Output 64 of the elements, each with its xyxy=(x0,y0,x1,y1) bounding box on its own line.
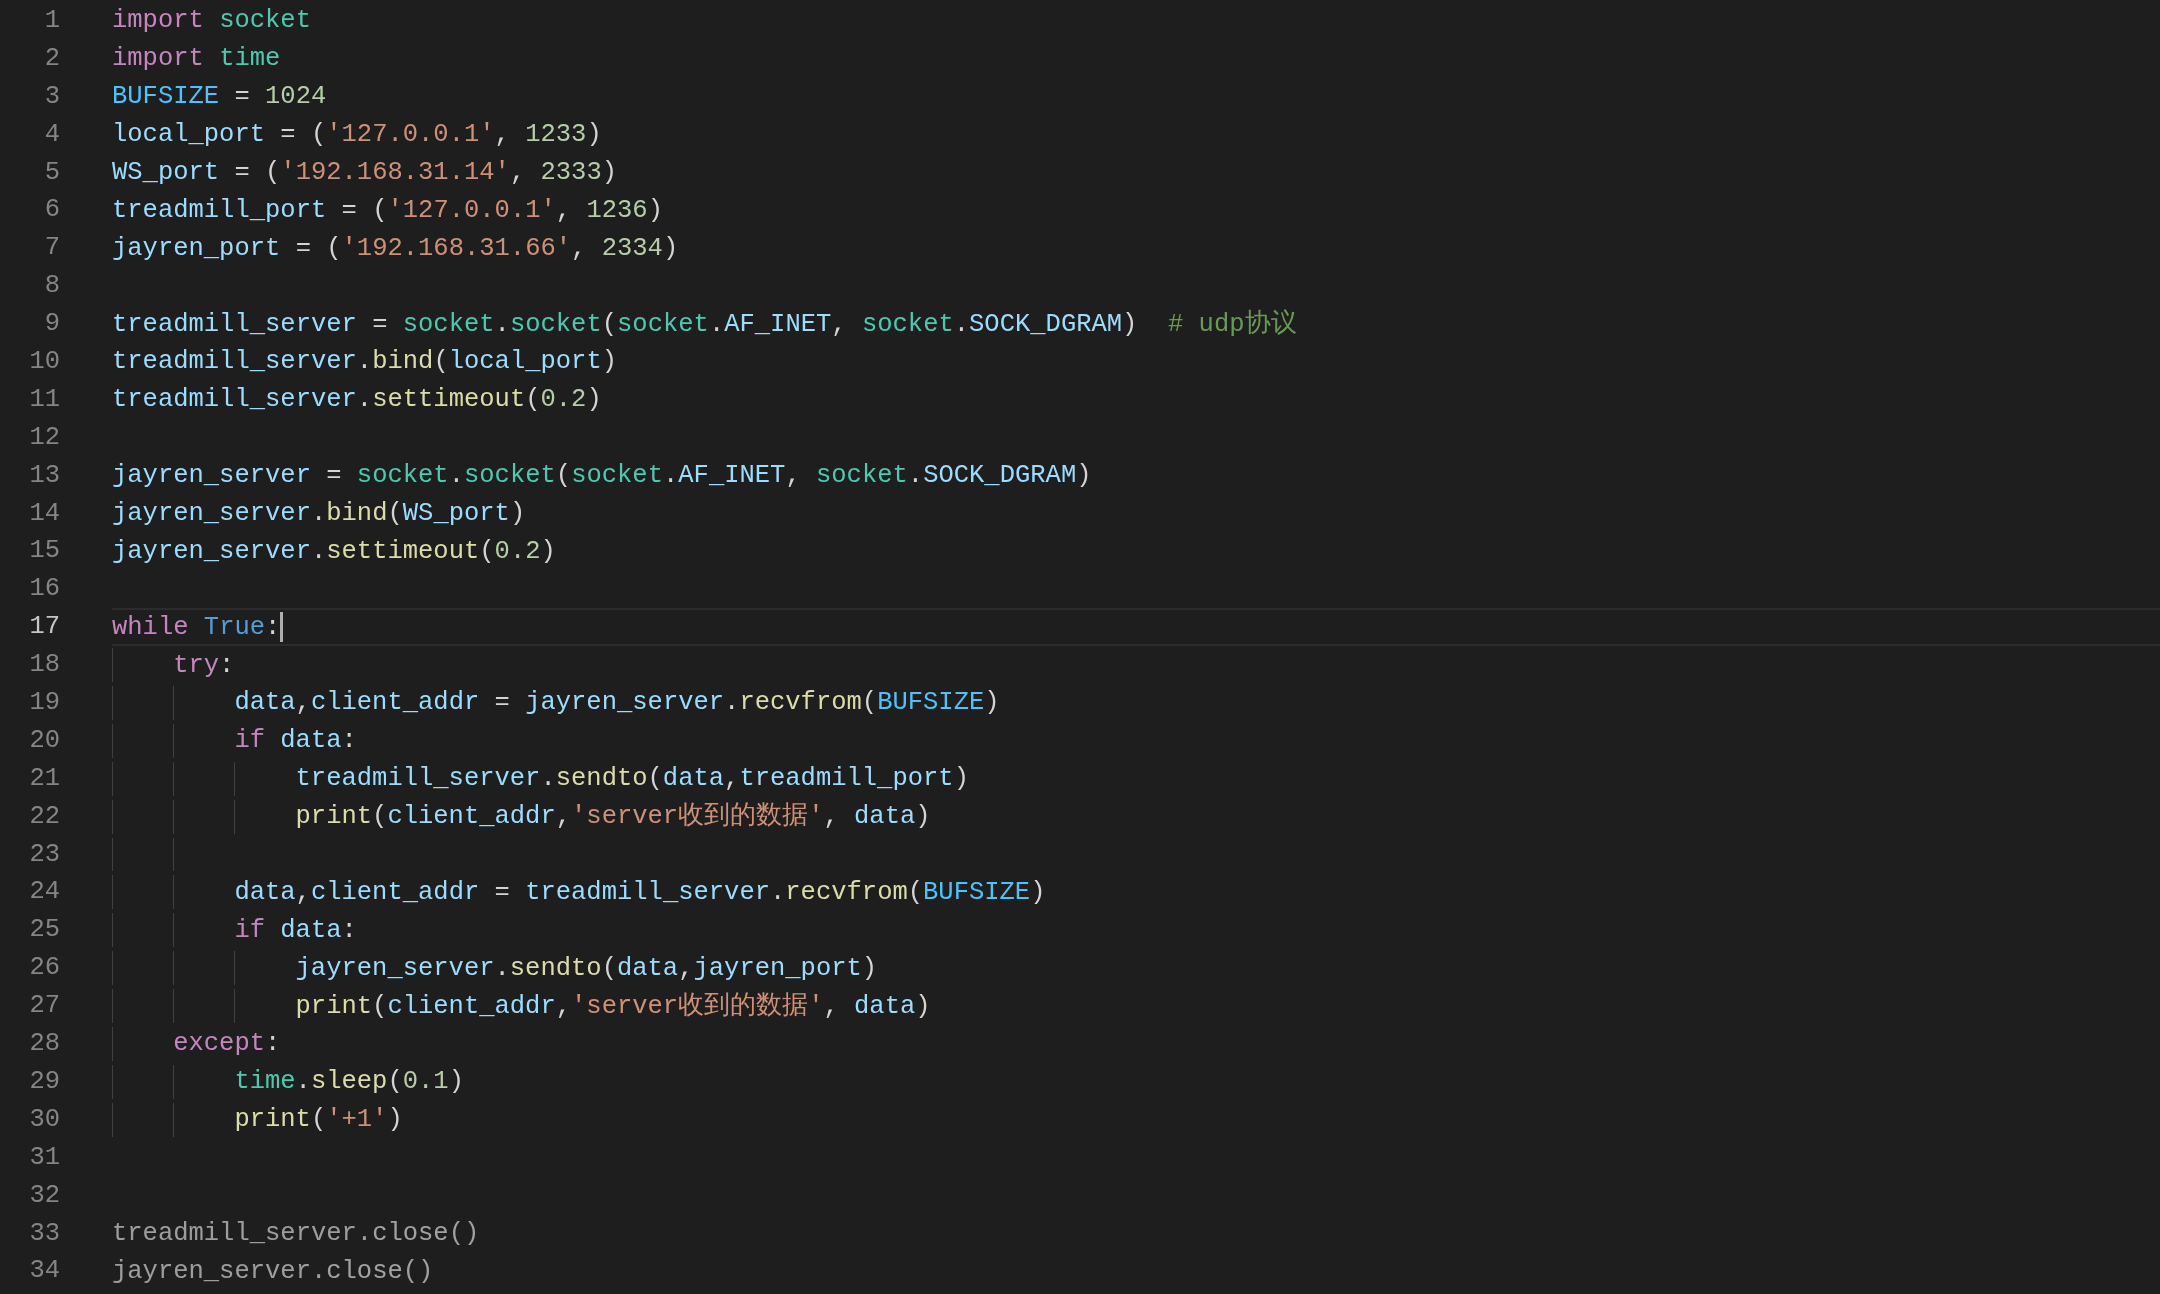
line-number: 16 xyxy=(28,573,60,606)
code-line: local_port = ('127.0.0.1', 1233) xyxy=(112,119,602,152)
code-line: jayren_server = socket.socket(socket.AF_INET, socket.SOCK_DGRAM) xyxy=(112,460,1092,493)
line-number: 18 xyxy=(28,649,60,682)
code-line: data,client_addr = jayren_server.recvfrom(BUFSIZE) xyxy=(234,687,1000,720)
code-line: jayren_server.sendto(data,jayren_port) xyxy=(295,952,878,985)
line-number: 24 xyxy=(28,876,60,909)
code-line: treadmill_server.bind(local_port) xyxy=(112,346,618,379)
code-editor[interactable] xyxy=(0,0,2160,1294)
code-line: print('+1') xyxy=(234,1104,403,1137)
code-line: if data: xyxy=(234,914,357,947)
line-number: 23 xyxy=(28,838,60,871)
line-number: 5 xyxy=(43,156,60,189)
line-number: 25 xyxy=(28,914,60,947)
line-number: 29 xyxy=(28,1065,60,1098)
code-line: if data: xyxy=(234,725,357,758)
line-number: 7 xyxy=(43,232,60,265)
code-line: BUFSIZE = 1024 xyxy=(112,81,327,114)
line-number: 30 xyxy=(28,1103,60,1136)
line-number: 28 xyxy=(28,1028,60,1061)
line-number: 2 xyxy=(43,42,60,75)
code-line: treadmill_server.close() xyxy=(112,1217,480,1250)
text-cursor xyxy=(280,612,284,643)
line-number: 11 xyxy=(28,383,60,416)
line-number: 1 xyxy=(43,5,60,37)
line-number: 31 xyxy=(28,1141,60,1174)
code-line: treadmill_port = ('127.0.0.1', 1236) xyxy=(112,194,663,227)
line-number: 14 xyxy=(28,497,60,530)
code-line: jayren_port = ('192.168.31.66', 2334) xyxy=(112,232,679,265)
line-number: 4 xyxy=(43,118,60,151)
code-line: jayren_server.close() xyxy=(112,1255,434,1288)
line-number: 34 xyxy=(28,1255,60,1288)
code-line: import time xyxy=(112,43,281,76)
line-number: 26 xyxy=(28,952,60,985)
line-number: 33 xyxy=(28,1217,60,1250)
code-line: WS_port = ('192.168.31.14', 2333) xyxy=(112,157,618,189)
code-line: treadmill_server = socket.socket(socket.AF_INET, socket.SOCK_DGRAM) # udp协议 xyxy=(112,308,1297,341)
line-number: 15 xyxy=(28,535,60,568)
line-number: 32 xyxy=(28,1179,60,1212)
code-line: print(client_addr,'server收到的数据', data) xyxy=(295,990,931,1023)
code-line: treadmill_server.settimeout(0.2) xyxy=(112,384,602,417)
line-number: 10 xyxy=(28,346,60,378)
code-line: print(client_addr,'server收到的数据', data) xyxy=(295,801,931,834)
line-number: 21 xyxy=(28,762,60,795)
line-number: 20 xyxy=(28,724,60,757)
line-number: 27 xyxy=(28,990,60,1023)
code-line: try: xyxy=(173,649,235,682)
line-number: 13 xyxy=(28,459,60,492)
line-number: 3 xyxy=(43,80,60,113)
code-line: data,client_addr = treadmill_server.recvfrom(BUFSIZE) xyxy=(234,876,1046,909)
code-line: jayren_server.settimeout(0.2) xyxy=(112,535,556,568)
line-number: 22 xyxy=(28,800,60,833)
code-line: jayren_server.bind(WS_port) xyxy=(112,498,526,530)
line-number: 12 xyxy=(28,421,60,454)
code-line: while True: xyxy=(112,611,281,644)
line-number: 8 xyxy=(43,270,60,303)
line-number: 17 xyxy=(28,611,60,644)
code-line: import socket xyxy=(112,5,311,38)
line-number: 6 xyxy=(43,194,60,227)
code-line: except: xyxy=(173,1028,281,1061)
line-number: 9 xyxy=(43,308,60,341)
code-line: time.sleep(0.1) xyxy=(234,1066,464,1099)
line-number: 19 xyxy=(28,687,60,720)
code-line: treadmill_server.sendto(data,treadmill_port) xyxy=(295,763,969,796)
